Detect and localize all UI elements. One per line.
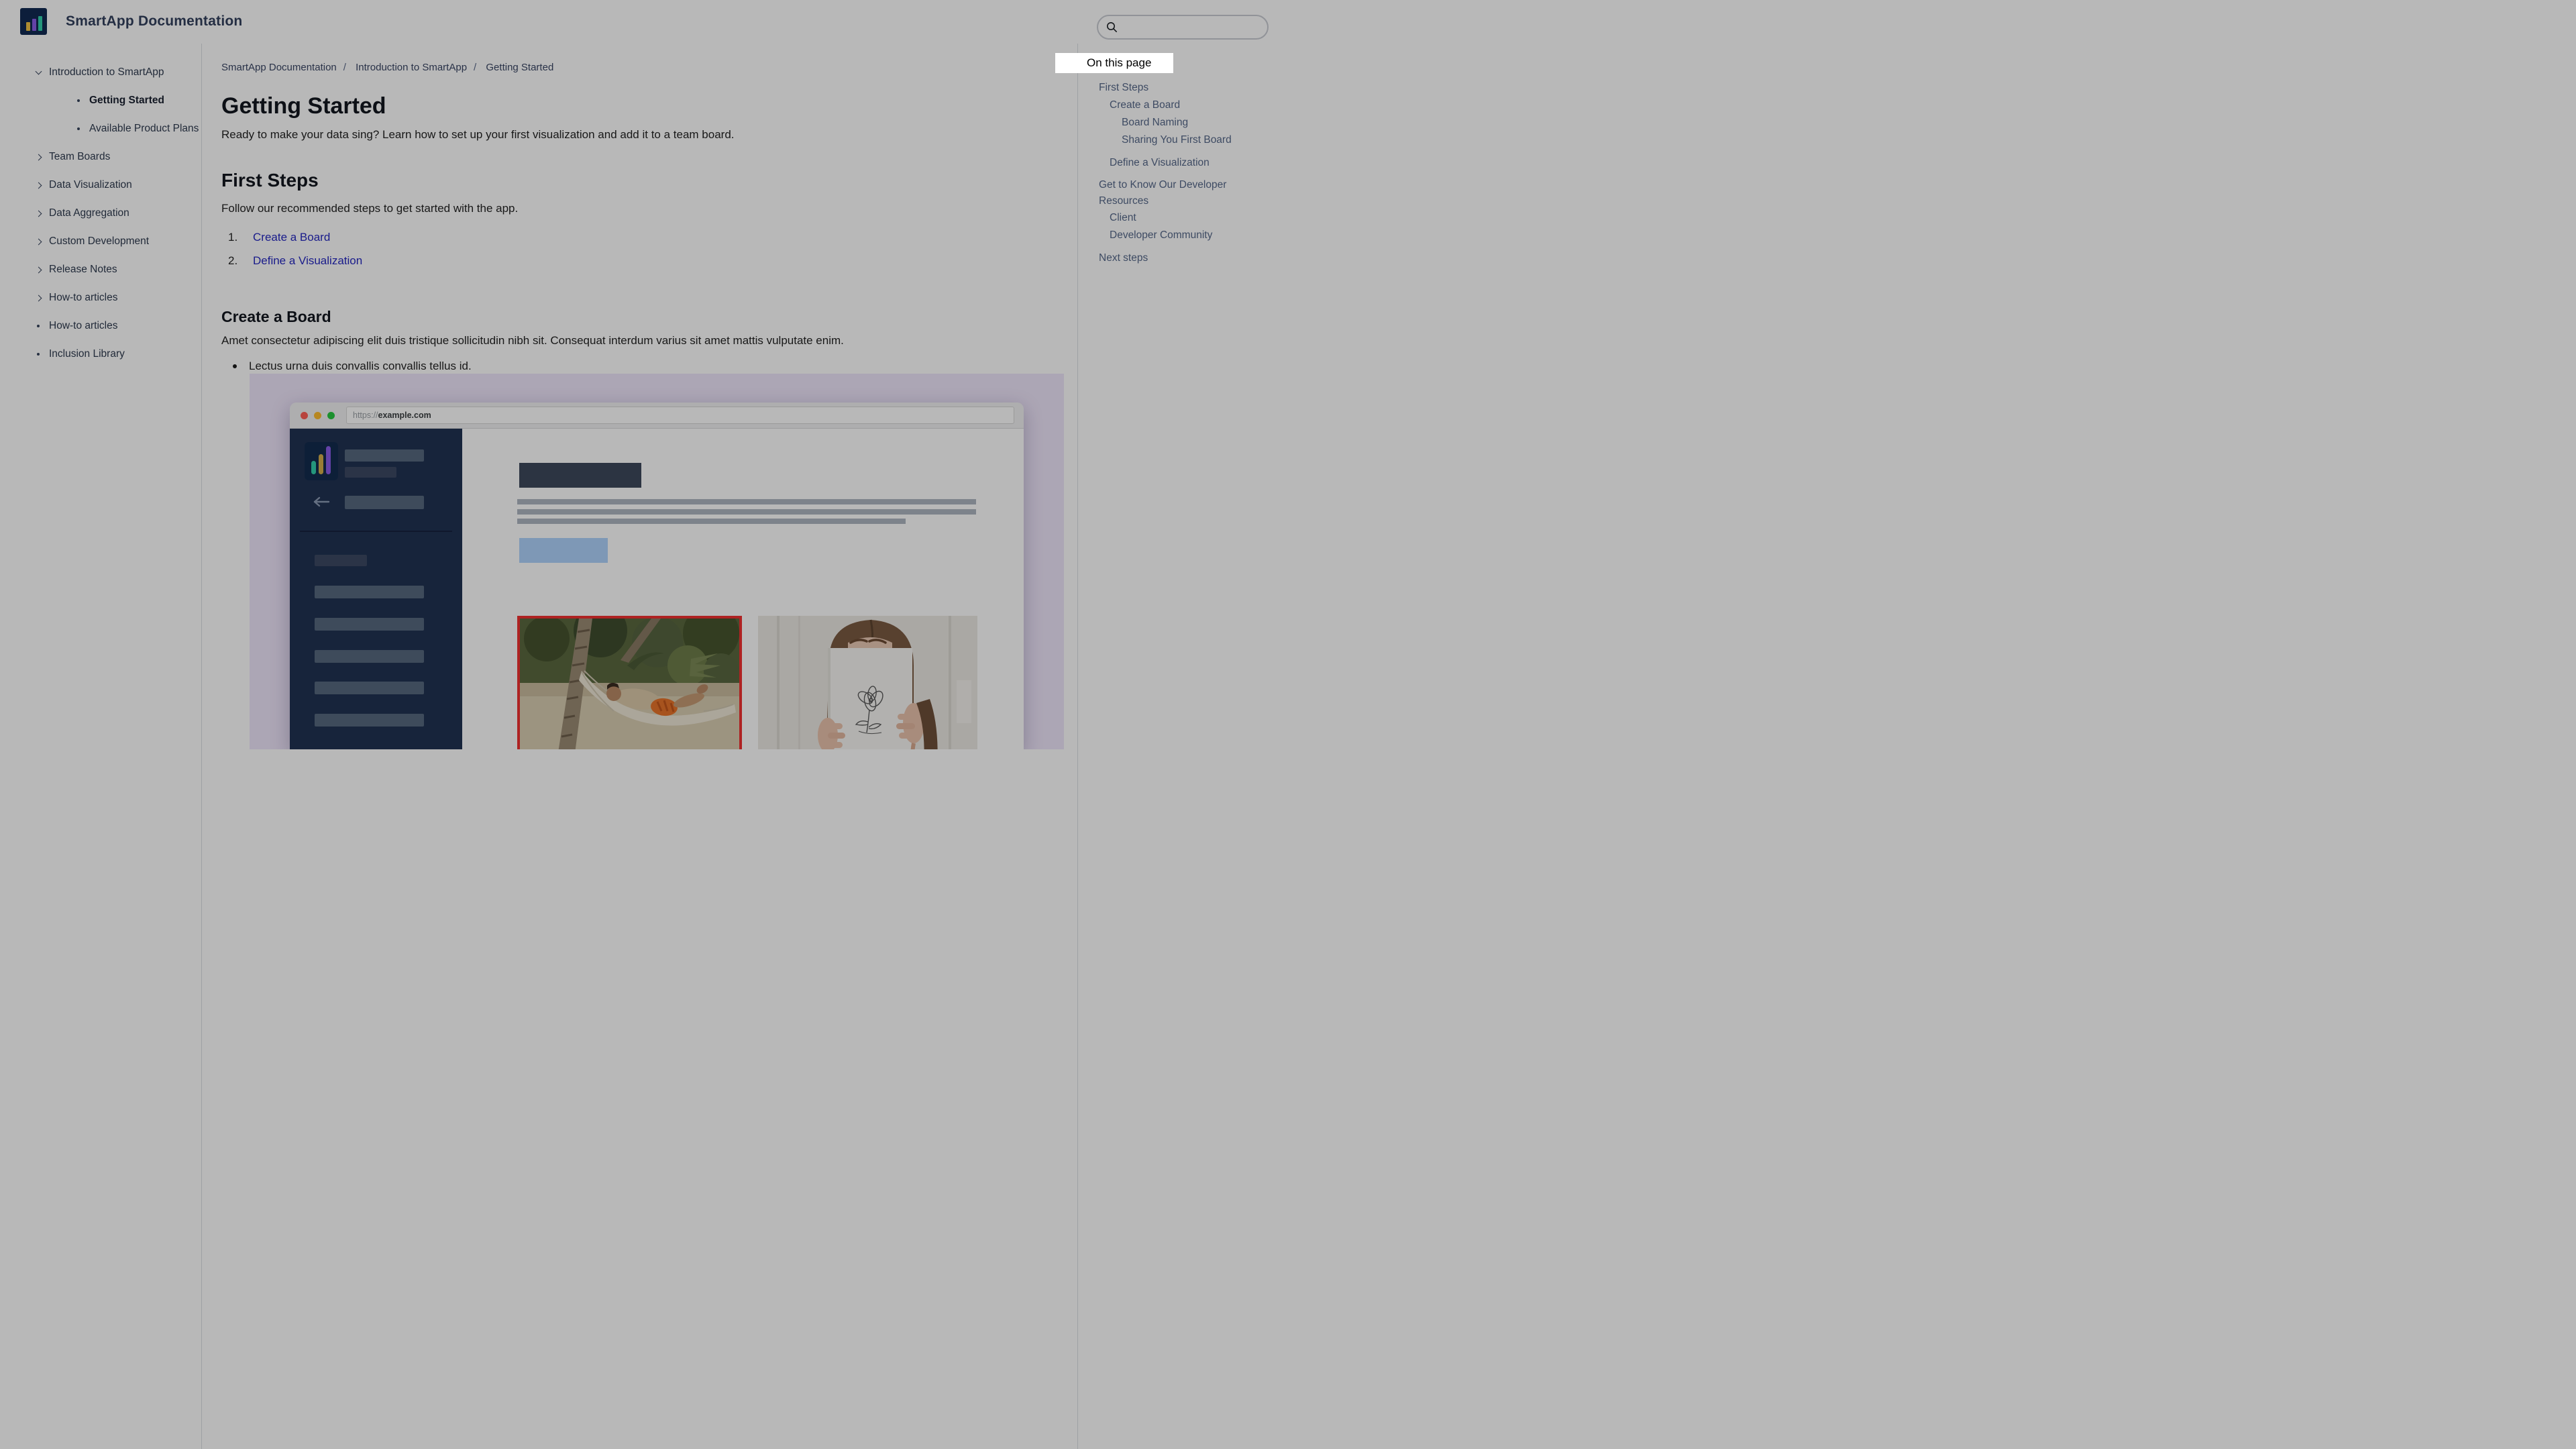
- dim-overlay: [0, 0, 2576, 1449]
- toc-heading-highlight: On this page: [1055, 53, 1173, 73]
- toc-heading: On this page: [1087, 56, 1152, 69]
